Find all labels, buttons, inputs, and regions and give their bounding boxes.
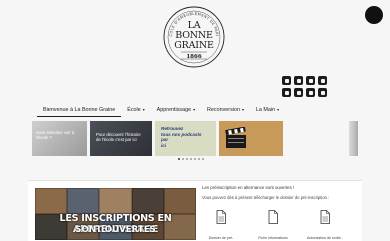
- logo-year: 1866: [186, 54, 201, 60]
- chevron-down-icon: ▾: [241, 108, 244, 112]
- social-row: [282, 76, 328, 85]
- banner-tile: [163, 188, 196, 214]
- carousel-dot[interactable]: [202, 158, 204, 160]
- social-row: [282, 88, 328, 97]
- logo-line-graine: GRAINE: [174, 40, 214, 51]
- twitter-icon[interactable]: [318, 76, 327, 85]
- nav-label: Bienvenue à La Bonne Graine: [43, 106, 116, 113]
- school-logo[interactable]: ÉCOLE D'AMEUBLEMENT DE PARIS LA BONNE GR…: [163, 6, 225, 68]
- slide-caption-line: l'école ?: [36, 135, 52, 140]
- chevron-down-icon: ▾: [193, 108, 196, 112]
- slide-caption: vous aimeriez voir à l'école ?: [36, 130, 74, 140]
- nav-item-bienvenue[interactable]: Bienvenue à La Bonne Graine: [37, 104, 122, 117]
- carousel-dot[interactable]: [178, 158, 180, 160]
- apprenticeship-banner[interactable]: LES INSCRIPTIONS EN APPRENTISSAGE SONT O…: [35, 188, 196, 240]
- carousel-dot[interactable]: [182, 158, 184, 160]
- nav-item-apprentissage[interactable]: Apprentissage ▾: [151, 104, 201, 116]
- banner-tile: [131, 188, 164, 214]
- linkedin-icon[interactable]: [282, 76, 291, 85]
- document-icon[interactable]: [268, 210, 278, 224]
- banner-tile: [99, 188, 132, 214]
- document-link[interactable]: Fiche informations: [253, 236, 293, 240]
- social-links: [282, 76, 328, 100]
- nav-item-ecole[interactable]: École ▾: [121, 104, 150, 116]
- document-link[interactable]: Dossier de pré-: [201, 236, 241, 240]
- document-icon[interactable]: [216, 210, 226, 224]
- carousel-slide[interactable]: vous aimeriez voir à l'école ?: [32, 121, 87, 156]
- carousel-slide[interactable]: Pour découvrir l'histoire de l'école c'e…: [90, 121, 152, 156]
- clapperboard-icon: [225, 127, 246, 148]
- mail-icon[interactable]: [306, 88, 315, 97]
- carousel-dot[interactable]: [190, 158, 192, 160]
- slide-caption: Retrouvez tous nos podcasts par ici: [161, 126, 202, 148]
- slide-caption-line: de l'école c'est par ici: [96, 137, 137, 142]
- nav-label: Apprentissage: [156, 107, 192, 113]
- facebook-icon[interactable]: [318, 88, 327, 97]
- preinscription-heading: Les préinscription en alternance sont ou…: [202, 185, 295, 190]
- carousel-dot[interactable]: [194, 158, 196, 160]
- document-link[interactable]: Autorisation de sortie -: [305, 236, 345, 240]
- carousel-pagination: [178, 158, 204, 160]
- slides-carousel: vous aimeriez voir à l'école ? Pour déco…: [32, 121, 358, 156]
- slide-caption: Pour découvrir l'histoire de l'école c'e…: [96, 132, 141, 142]
- nav-label: Reconversion: [207, 107, 240, 113]
- menu-toggle-button[interactable]: [365, 6, 383, 24]
- nav-item-la-main[interactable]: La Main ▾: [250, 104, 285, 116]
- carousel-slide[interactable]: [349, 121, 358, 156]
- chevron-down-icon: ▾: [142, 108, 145, 112]
- nav-item-reconversion[interactable]: Reconversion ▾: [201, 104, 250, 116]
- main-nav: Bienvenue à La Bonne Graine École ▾ Appre…: [37, 104, 285, 117]
- pinterest-icon[interactable]: [282, 88, 291, 97]
- banner-tile: [35, 188, 68, 214]
- preinscription-text: Vous pouvez dès à présent télécharger le…: [202, 195, 330, 200]
- instagram-icon[interactable]: [294, 76, 303, 85]
- chevron-down-icon: ▾: [277, 108, 279, 112]
- carousel-dot[interactable]: [186, 158, 188, 160]
- youtube-icon[interactable]: [306, 76, 315, 85]
- carousel-slide[interactable]: Retrouvez tous nos podcasts par ici: [155, 121, 216, 156]
- banner-tile: [67, 188, 100, 214]
- document-icon[interactable]: [320, 210, 330, 224]
- banner-subtitle: SONT OUVERTES: [75, 225, 156, 235]
- nav-label: École: [127, 107, 141, 113]
- carousel-slide[interactable]: [219, 121, 283, 156]
- carousel-dot[interactable]: [198, 158, 200, 160]
- nav-label: La Main: [255, 107, 276, 113]
- vimeo-icon[interactable]: [294, 88, 303, 97]
- slide-caption-line: ici: [161, 142, 167, 148]
